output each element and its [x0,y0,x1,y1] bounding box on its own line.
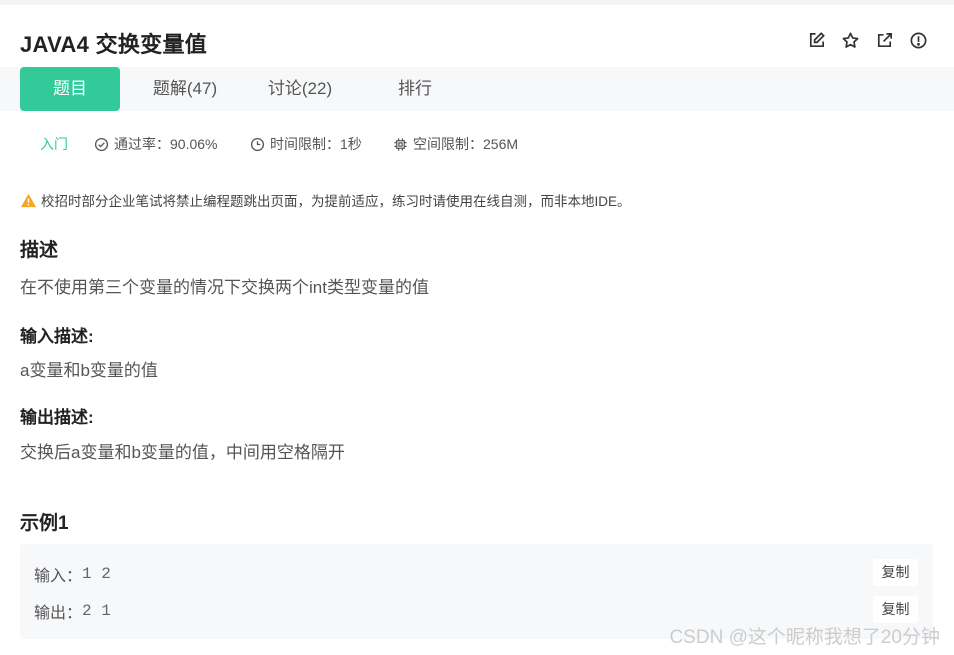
notice-text: 校招时部分企业笔试将禁止编程题跳出页面，为提前适应，练习时请使用在线自测，而非本… [41,194,631,209]
star-icon[interactable] [840,30,860,50]
example-output-row: 输出： 2 1 [34,599,111,623]
time-limit: 时间限制：1秒 [250,134,362,154]
space-limit: 空间限制：256M [393,134,518,154]
warning-icon [20,193,37,207]
watermark: CSDN @这个昵称我想了20分钟 [669,627,940,648]
header-actions [806,30,928,50]
clock-icon [250,137,265,151]
tab-solutions[interactable]: 题解(47) [140,67,230,111]
description-text: 在不使用第三个变量的情况下交换两个int类型变量的值 [20,278,429,297]
problem-meta: 入门 通过率：90.06% 时间限制：1秒 空间限制：256M [0,134,954,156]
tab-bar: 题目 题解(47) 讨论(22) 排行 [0,67,954,111]
tab-ranking[interactable]: 排行 [370,67,460,111]
difficulty-badge: 入门 [40,136,68,152]
output-desc-heading: 输出描述: [20,408,94,427]
problem-header: JAVA4 交换变量值 [0,5,954,67]
example-output-value: 2 1 [82,602,111,620]
check-circle-icon [94,137,109,151]
edit-icon[interactable] [806,30,826,50]
chip-icon [394,137,407,151]
report-icon[interactable] [908,30,928,50]
page-title: JAVA4 交换变量值 [20,32,208,57]
share-icon[interactable] [874,30,894,50]
example-input-label: 输入： [34,568,83,585]
time-limit-text: 时间限制：1秒 [270,136,362,152]
input-desc-text: a变量和b变量的值 [20,361,158,380]
copy-output-button[interactable]: 复制 [873,596,918,623]
tab-problem[interactable]: 题目 [20,67,120,111]
notice-bar: 校招时部分企业笔试将禁止编程题跳出页面，为提前适应，练习时请使用在线自测，而非本… [20,190,631,210]
tab-discussion[interactable]: 讨论(22) [255,67,345,111]
example-input-value: 1 2 [82,565,111,583]
input-desc-heading: 输入描述: [20,327,94,346]
space-limit-text: 空间限制：256M [413,136,519,152]
example-output-label: 输出： [34,605,83,622]
pass-rate-text: 通过率：90.06% [114,136,218,152]
output-desc-text: 交换后a变量和b变量的值，中间用空格隔开 [20,443,345,462]
description-heading: 描述 [20,240,59,261]
example-input-row: 输入： 1 2 [34,562,111,586]
pass-rate: 通过率：90.06% [94,134,217,154]
copy-input-button[interactable]: 复制 [873,559,918,586]
example-heading: 示例1 [20,513,69,534]
